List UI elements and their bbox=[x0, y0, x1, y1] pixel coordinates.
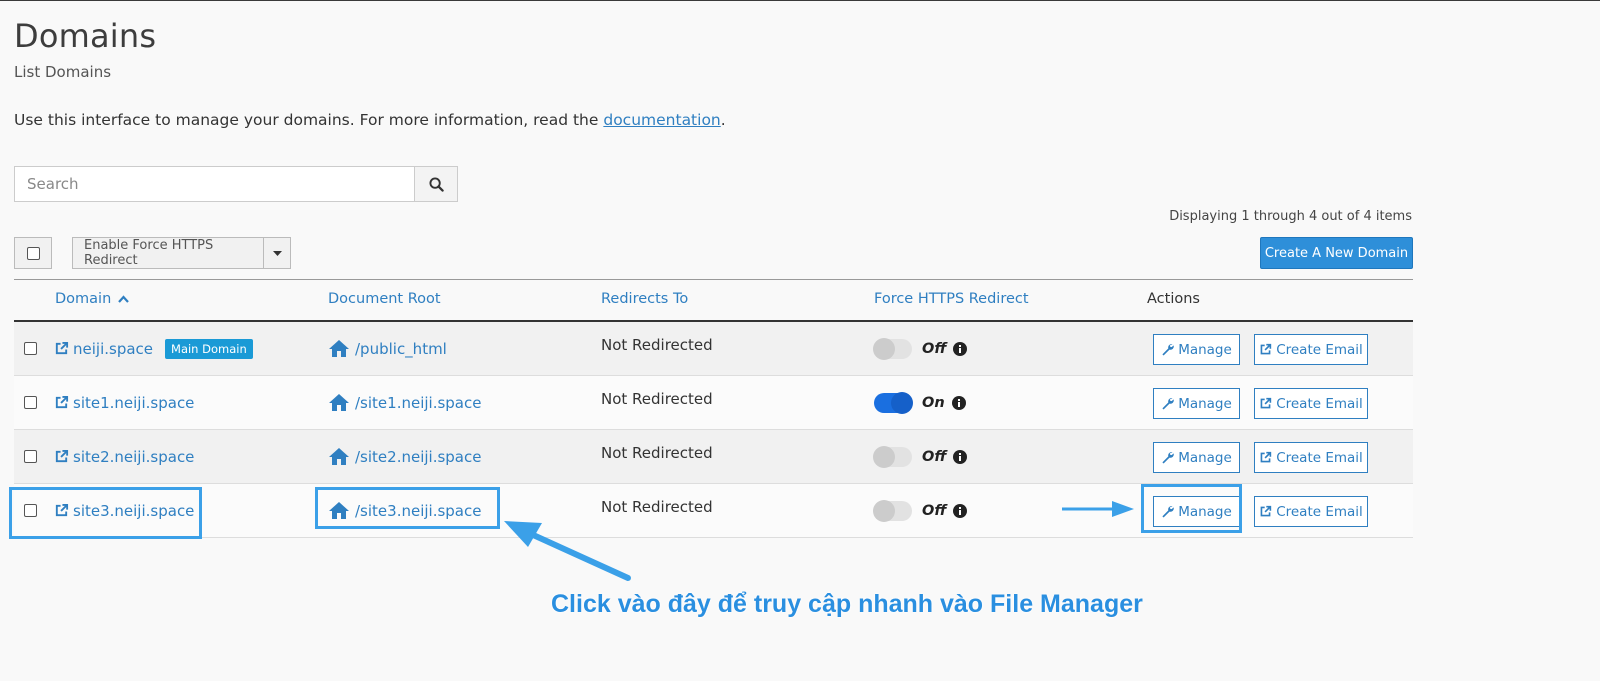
annotation-caption: Click vào đây để truy cập nhanh vào File… bbox=[551, 590, 1143, 618]
annotation-arrows bbox=[504, 501, 1134, 581]
arrow-to-docroot-icon bbox=[504, 521, 631, 581]
arrow-to-manage-icon bbox=[1062, 501, 1134, 517]
